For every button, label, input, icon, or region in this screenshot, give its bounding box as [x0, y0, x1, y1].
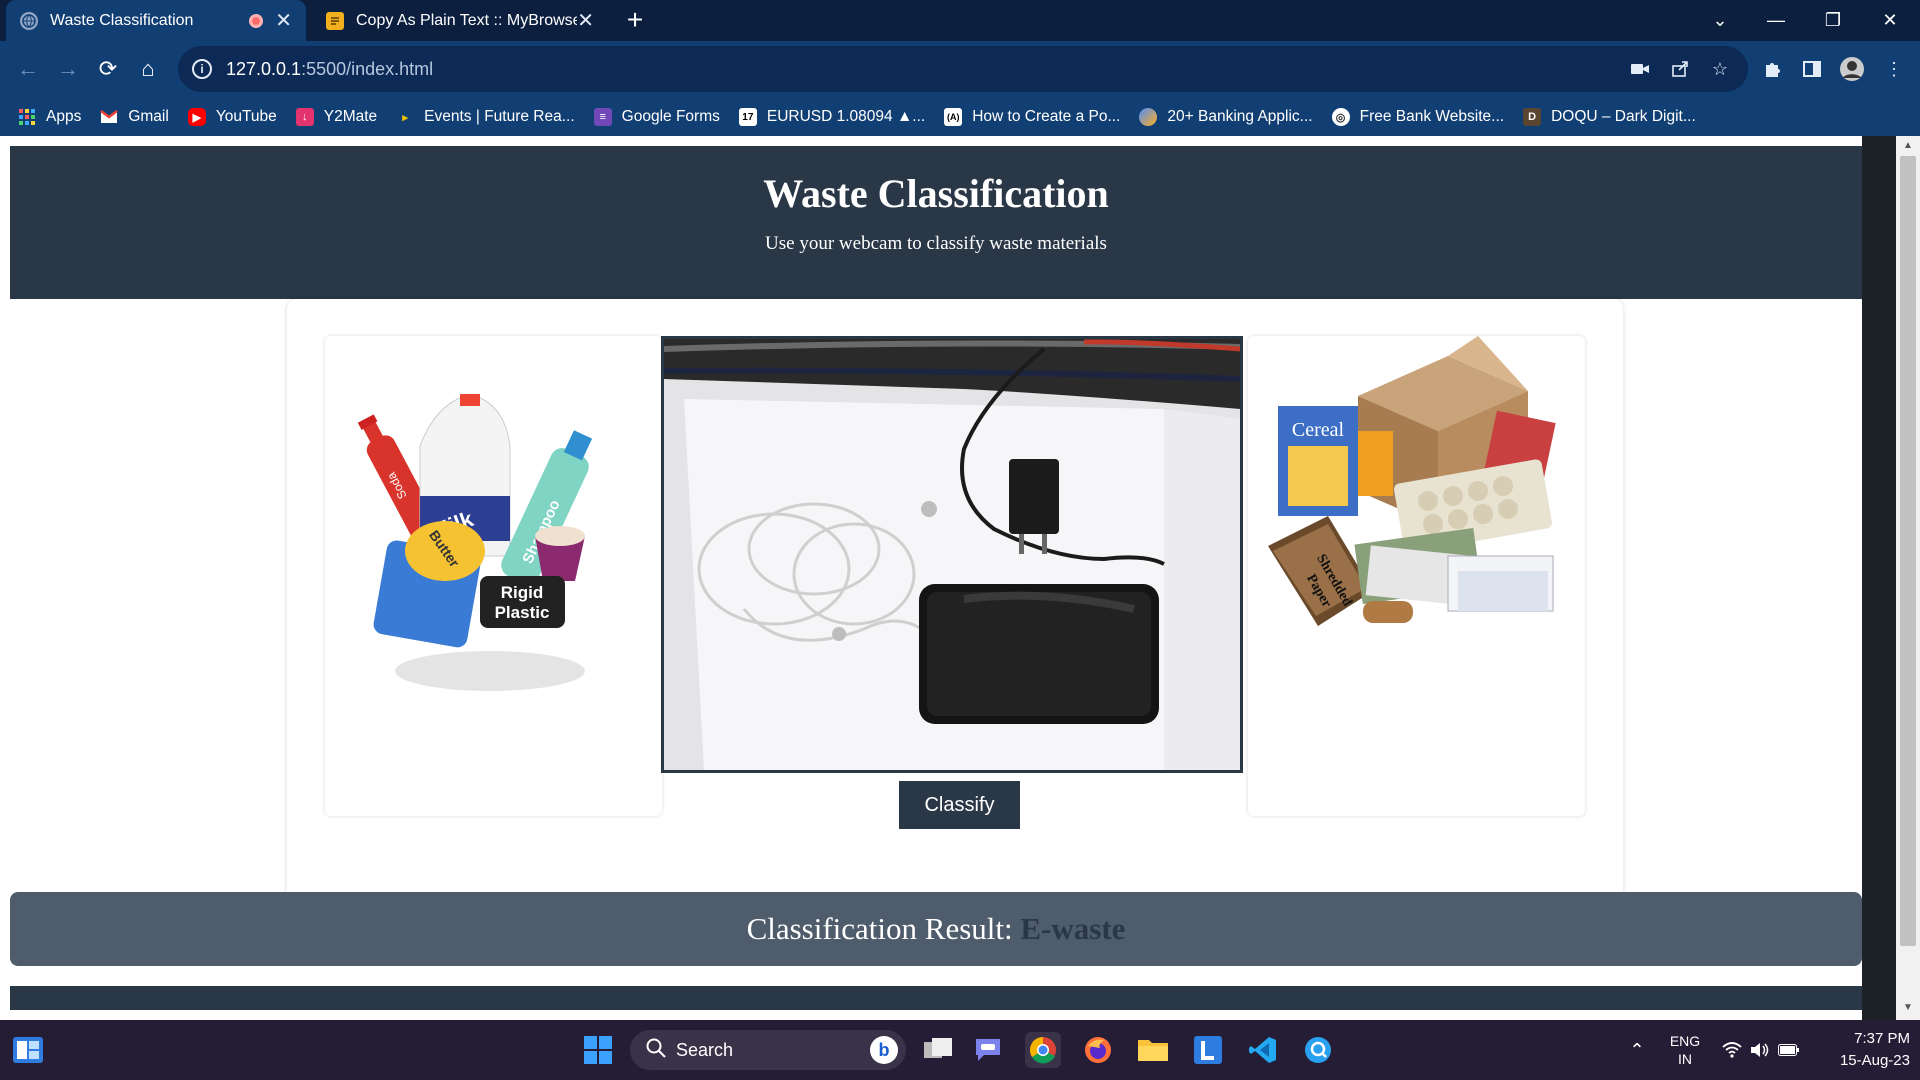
- doqu-icon: D: [1523, 108, 1542, 126]
- classification-result-bar: Classification Result: E-waste: [10, 892, 1862, 966]
- firefox-icon[interactable]: [1080, 1032, 1116, 1068]
- site-info-icon[interactable]: i: [192, 59, 212, 79]
- classify-button[interactable]: Classify: [899, 781, 1020, 829]
- code-icon: (A): [944, 108, 963, 126]
- tab-copy-as-plain-text[interactable]: Copy As Plain Text :: MyBrowserA ✕: [312, 0, 608, 41]
- page-scrollbar[interactable]: ▲ ▼: [1896, 136, 1920, 1020]
- extensions-puzzle-icon[interactable]: [1758, 55, 1786, 83]
- events-icon: ▸: [402, 111, 408, 124]
- browser-toolbar: ← → ⟳ ⌂ i 127.0.0.1:5500/index.html ☆ ⋮: [0, 41, 1920, 98]
- banking-icon: [1139, 108, 1158, 126]
- paper-waste-card: Cereal Shredded Paper: [1248, 336, 1585, 816]
- google-forms-icon: ≡: [593, 108, 612, 126]
- site-header: Waste Classification Use your webcam to …: [10, 146, 1862, 299]
- home-button[interactable]: ⌂: [130, 51, 166, 87]
- search-placeholder: Search: [676, 1039, 734, 1060]
- address-bar[interactable]: i 127.0.0.1:5500/index.html: [178, 46, 1748, 92]
- camera-in-use-icon[interactable]: [1626, 55, 1654, 83]
- app-l-icon[interactable]: [1190, 1032, 1226, 1068]
- apps-grid-icon: [18, 108, 36, 126]
- gmail-icon: [100, 108, 119, 126]
- recording-indicator-icon: [249, 13, 264, 28]
- globe-icon: [20, 11, 38, 30]
- language-indicator[interactable]: ENG IN: [1660, 1020, 1710, 1080]
- url-text: 127.0.0.1:5500/index.html: [226, 58, 434, 79]
- search-icon: [646, 1038, 666, 1063]
- show-hidden-icons-chevron-icon[interactable]: ⌃: [1622, 1020, 1652, 1080]
- bookmarks-bar: Apps Gmail ▶ YouTube ↓ Y2Mate ▸ Events |…: [0, 98, 1920, 136]
- minimize-button[interactable]: —: [1748, 0, 1804, 41]
- plastic-waste-illustration: Soda Milk Shampoo: [357, 394, 593, 691]
- task-view-icon[interactable]: [920, 1032, 956, 1068]
- teams-chat-icon[interactable]: [970, 1032, 1006, 1068]
- scroll-up-arrow-icon[interactable]: ▲: [1896, 140, 1920, 151]
- back-button[interactable]: ←: [10, 51, 46, 87]
- bookmark-how-to-create[interactable]: (A) How to Create a Po...: [944, 108, 1120, 126]
- browser-menu-icon[interactable]: ⋮: [1880, 55, 1908, 83]
- bookmark-events[interactable]: ▸ Events | Future Rea...: [396, 108, 574, 126]
- webcam-video-feed: [661, 336, 1243, 773]
- youtube-icon: ▶: [187, 108, 206, 126]
- scrollbar-thumb[interactable]: [1900, 156, 1916, 946]
- forward-button[interactable]: →: [50, 51, 86, 87]
- tradingview-icon: 17: [738, 108, 757, 126]
- bookmark-doqu[interactable]: D DOQU – Dark Digit...: [1523, 108, 1696, 126]
- page-viewport: Waste Classification Use your webcam to …: [0, 136, 1920, 1020]
- page-right-edge: [1862, 136, 1896, 1020]
- bookmark-gmail[interactable]: Gmail: [100, 108, 169, 126]
- bookmark-apps[interactable]: Apps: [18, 108, 81, 126]
- svg-text:Rigid: Rigid: [501, 583, 544, 602]
- document-icon: [326, 11, 344, 30]
- close-tab-icon[interactable]: ✕: [577, 11, 594, 31]
- restore-button[interactable]: ❐: [1805, 0, 1861, 41]
- reload-button[interactable]: ⟳: [90, 51, 126, 87]
- system-clock[interactable]: 7:37 PM 15-Aug-23: [1810, 1028, 1910, 1072]
- page-subtitle: Use your webcam to classify waste materi…: [765, 233, 1107, 254]
- y2mate-icon: ↓: [295, 108, 314, 126]
- page-body: Waste Classification Use your webcam to …: [10, 146, 1862, 1010]
- new-tab-button[interactable]: +: [620, 6, 650, 36]
- scroll-down-arrow-icon[interactable]: ▼: [1896, 1002, 1920, 1013]
- file-explorer-icon[interactable]: [1135, 1032, 1171, 1068]
- quick-assist-icon[interactable]: [1300, 1032, 1336, 1068]
- bookmark-eurusd[interactable]: 17 EURUSD 1.08094 ▲...: [738, 108, 925, 126]
- plastic-waste-card: Soda Milk Shampoo: [325, 336, 662, 816]
- bing-icon[interactable]: b: [870, 1036, 898, 1064]
- page-footer: [10, 986, 1862, 1010]
- side-panel-icon[interactable]: [1798, 55, 1826, 83]
- share-icon[interactable]: [1666, 55, 1694, 83]
- result-label: Classification Result:: [746, 911, 1013, 946]
- bookmark-free-bank-website[interactable]: ◎ Free Bank Website...: [1331, 108, 1504, 126]
- tab-title: Copy As Plain Text :: MyBrowserA: [356, 11, 578, 29]
- widgets-icon[interactable]: [10, 1032, 46, 1068]
- webcam-frame-image: [664, 339, 1240, 770]
- result-value: E-waste: [1020, 911, 1126, 946]
- windows-start-icon[interactable]: [580, 1032, 616, 1068]
- vscode-icon[interactable]: [1245, 1032, 1281, 1068]
- battery-icon[interactable]: [1776, 1020, 1802, 1080]
- wifi-icon[interactable]: [1720, 1020, 1744, 1080]
- close-tab-icon[interactable]: ✕: [275, 11, 292, 31]
- windows-taskbar: Search b ⌃ ENG IN 7:37 PM 15-Aug-23: [0, 1020, 1920, 1080]
- close-window-button[interactable]: ✕: [1862, 0, 1918, 41]
- bookmark-banking-applic[interactable]: 20+ Banking Applic...: [1139, 108, 1313, 126]
- browser-tab-strip: Waste Classification ✕ Copy As Plain Tex…: [0, 0, 1920, 41]
- chrome-icon[interactable]: [1025, 1032, 1061, 1068]
- bank-icon: ◎: [1331, 108, 1350, 126]
- main-container: Soda Milk Shampoo: [287, 299, 1623, 902]
- bookmark-y2mate[interactable]: ↓ Y2Mate: [295, 108, 377, 126]
- bookmark-youtube[interactable]: ▶ YouTube: [187, 108, 277, 126]
- bookmark-star-icon[interactable]: ☆: [1706, 55, 1734, 83]
- svg-text:Plastic: Plastic: [495, 603, 550, 622]
- tab-waste-classification[interactable]: Waste Classification ✕: [6, 0, 306, 41]
- profile-avatar[interactable]: [1838, 55, 1866, 83]
- tab-title: Waste Classification: [50, 11, 194, 29]
- taskbar-search-box[interactable]: Search b: [630, 1030, 906, 1070]
- page-title: Waste Classification: [763, 171, 1109, 216]
- svg-text:Cereal: Cereal: [1292, 419, 1345, 441]
- paper-waste-illustration: Cereal Shredded Paper: [1268, 336, 1556, 626]
- volume-icon[interactable]: [1748, 1020, 1772, 1080]
- tab-search-chevron-icon[interactable]: ⌄: [1692, 0, 1748, 41]
- bookmark-google-forms[interactable]: ≡ Google Forms: [593, 108, 720, 126]
